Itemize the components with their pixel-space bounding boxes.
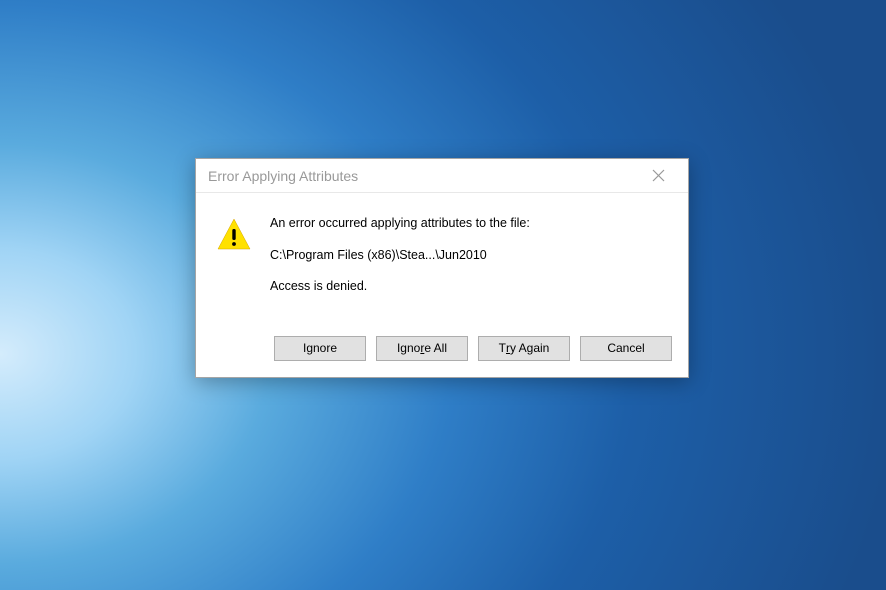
close-icon: [652, 169, 665, 182]
error-dialog: Error Applying Attributes An error occur…: [195, 158, 689, 378]
try-again-button[interactable]: Try Again: [478, 336, 570, 361]
error-detail: Access is denied.: [270, 278, 668, 296]
dialog-messages: An error occurred applying attributes to…: [270, 215, 668, 304]
dialog-titlebar[interactable]: Error Applying Attributes: [196, 159, 688, 193]
error-heading: An error occurred applying attributes to…: [270, 215, 668, 233]
dialog-button-bar: Ignore Ignore All Try Again Cancel: [196, 322, 688, 377]
error-file-path: C:\Program Files (x86)\Stea...\Jun2010: [270, 247, 668, 265]
ignore-button[interactable]: Ignore: [274, 336, 366, 361]
cancel-button[interactable]: Cancel: [580, 336, 672, 361]
ignore-all-button[interactable]: Ignore All: [376, 336, 468, 361]
warning-icon: [216, 217, 252, 253]
close-button[interactable]: [638, 163, 678, 189]
dialog-title: Error Applying Attributes: [208, 168, 358, 184]
dialog-content: An error occurred applying attributes to…: [196, 193, 688, 322]
